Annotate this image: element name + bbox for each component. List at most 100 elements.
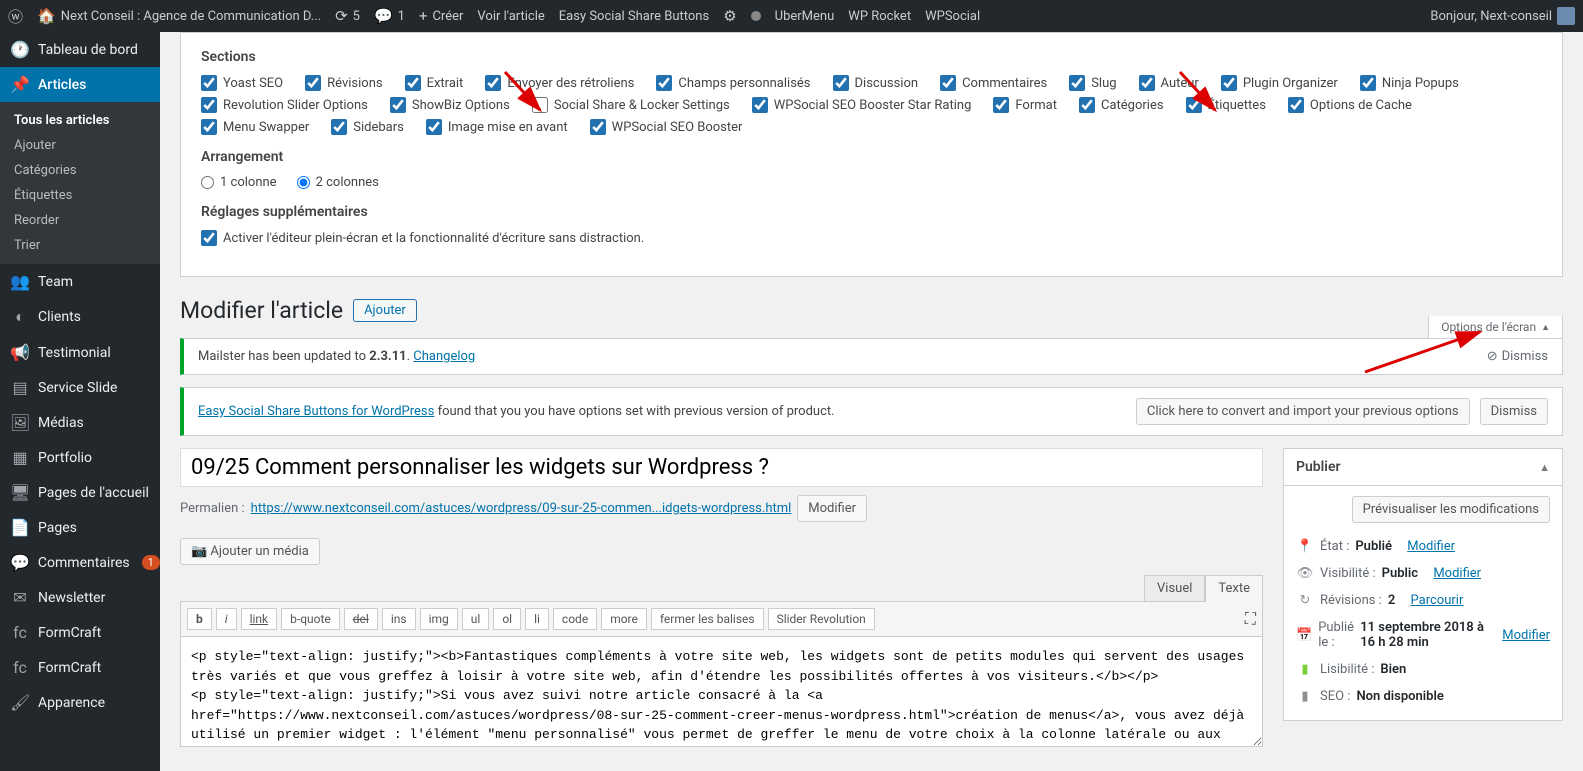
screen-option-checkbox[interactable]: Ninja Popups (1360, 75, 1459, 91)
screen-option-checkbox[interactable]: Discussion (833, 75, 919, 91)
backup-icon: ↻ (1296, 593, 1314, 608)
screen-option-checkbox[interactable]: Sidebars (331, 119, 404, 135)
screen-option-checkbox[interactable]: Image mise en avant (426, 119, 568, 135)
screen-option-checkbox[interactable]: Commentaires (940, 75, 1047, 91)
quicktag-button[interactable]: fermer les balises (651, 608, 764, 630)
layout-2col[interactable]: 2 colonnes (297, 175, 379, 190)
new-content-link[interactable]: +Créer (419, 7, 463, 25)
account-link[interactable]: Bonjour, Next-conseil (1430, 7, 1575, 25)
submenu-sort[interactable]: Trier (0, 233, 160, 258)
menu-home-pages[interactable]: 🖥Pages de l'accueil (0, 475, 160, 510)
screen-option-checkbox[interactable]: Slug (1069, 75, 1116, 91)
screen-options-panel: Sections Yoast SEORévisionsExtraitEnvoye… (180, 32, 1563, 277)
wprocket-link[interactable]: WP Rocket (848, 9, 911, 24)
essb-link[interactable]: Easy Social Share Buttons for WordPress (198, 404, 434, 419)
editor-textarea[interactable]: <p style="text-align: justify;"><b>Fanta… (180, 637, 1263, 747)
post-title-input[interactable] (180, 448, 1263, 487)
permalink-link[interactable]: https://www.nextconseil.com/astuces/word… (251, 501, 792, 516)
quicktag-button[interactable]: ol (493, 608, 521, 630)
menu-comments[interactable]: 💬Commentaires1 (0, 545, 160, 580)
menu-dashboard[interactable]: 🕐Tableau de bord (0, 32, 160, 67)
menu-formcraft-1[interactable]: fcFormCraft (0, 615, 160, 650)
quicktag-button[interactable]: li (525, 608, 549, 630)
essb-link[interactable]: Easy Social Share Buttons (559, 9, 709, 24)
seo-icon: ▮ (1296, 689, 1314, 704)
quicktag-button[interactable]: link (241, 608, 278, 630)
quicktag-button[interactable]: b (187, 608, 212, 630)
menu-posts[interactable]: 📌Articles (0, 67, 160, 102)
add-media-button[interactable]: 📷 Ajouter un média (180, 538, 320, 565)
submenu-tags[interactable]: Étiquettes (0, 183, 160, 208)
quicktag-button[interactable]: i (216, 608, 237, 630)
wp-logo[interactable]: ⓦ (8, 6, 23, 27)
updates-link[interactable]: ⟳5 (335, 7, 360, 25)
submenu-reorder[interactable]: Reorder (0, 208, 160, 233)
quicktag-button[interactable]: Slider Revolution (768, 608, 875, 630)
screen-option-checkbox[interactable]: Revolution Slider Options (201, 97, 368, 113)
site-link[interactable]: 🏠Next Conseil : Agence de Communication … (37, 7, 321, 25)
screen-option-checkbox[interactable]: ShowBiz Options (390, 97, 510, 113)
avatar-icon (1557, 7, 1575, 25)
browse-revisions-link[interactable]: Parcourir (1411, 593, 1464, 608)
submenu-categories[interactable]: Catégories (0, 158, 160, 183)
screen-option-checkbox[interactable]: Menu Swapper (201, 119, 309, 135)
publish-box-header[interactable]: Publier▲ (1284, 449, 1562, 486)
screen-option-checkbox[interactable]: Options de Cache (1288, 97, 1412, 113)
dismiss-notice-button[interactable]: ⊘Dismiss (1487, 349, 1548, 364)
screen-option-checkbox[interactable]: WPSocial SEO Booster Star Rating (752, 97, 972, 113)
menu-media[interactable]: 🖼Médias (0, 405, 160, 440)
screen-option-checkbox[interactable]: Format (993, 97, 1057, 113)
screen-option-checkbox[interactable]: Étiquettes (1186, 97, 1266, 113)
add-new-button[interactable]: Ajouter (353, 299, 417, 322)
menu-appearance[interactable]: 🖌Apparence (0, 685, 160, 720)
edit-visibility-link[interactable]: Modifier (1433, 566, 1481, 581)
quicktag-button[interactable]: del (344, 608, 378, 630)
dismiss-notice-button[interactable]: Dismiss (1480, 398, 1548, 425)
screen-option-checkbox[interactable]: Auteur (1139, 75, 1199, 91)
wpsocial-link[interactable]: WPSocial (925, 9, 980, 24)
layout-1col[interactable]: 1 colonne (201, 175, 277, 190)
screen-option-checkbox[interactable]: Révisions (305, 75, 382, 91)
quicktag-button[interactable]: img (420, 608, 458, 630)
quicktag-button[interactable]: code (553, 608, 597, 630)
submenu-add-post[interactable]: Ajouter (0, 133, 160, 158)
menu-testimonial[interactable]: 📢Testimonial (0, 335, 160, 370)
screen-option-checkbox[interactable]: Catégories (1079, 97, 1164, 113)
menu-clients[interactable]: ◐Clients (0, 299, 160, 335)
screen-option-checkbox[interactable]: WPSocial SEO Booster (590, 119, 743, 135)
fullscreen-editor-checkbox[interactable]: Activer l'éditeur plein-écran et la fonc… (201, 230, 644, 246)
menu-portfolio[interactable]: ▦Portfolio (0, 440, 160, 475)
plugin-icon[interactable]: ⚙ (723, 7, 736, 25)
tab-visual[interactable]: Visuel (1144, 575, 1205, 602)
quicktag-button[interactable]: ul (462, 608, 490, 630)
quicktag-button[interactable]: ins (382, 608, 416, 630)
screen-option-checkbox[interactable]: Extrait (405, 75, 464, 91)
menu-formcraft-2[interactable]: fcFormCraft (0, 650, 160, 685)
screen-option-checkbox[interactable]: Envoyer des rétroliens (485, 75, 634, 91)
screen-option-checkbox[interactable]: Champs personnalisés (656, 75, 810, 91)
quicktag-button[interactable]: b-quote (281, 608, 340, 630)
menu-service-slide[interactable]: ▤Service Slide (0, 370, 160, 405)
view-post-link[interactable]: Voir l'article (477, 9, 544, 24)
submenu-all-posts[interactable]: Tous les articles (0, 108, 160, 133)
ubermenu-link[interactable]: UberMenu (775, 9, 835, 24)
menu-team[interactable]: 👥Team (0, 264, 160, 299)
screen-option-checkbox[interactable]: Yoast SEO (201, 75, 283, 91)
screen-option-checkbox[interactable]: Social Share & Locker Settings (532, 97, 730, 113)
fullscreen-icon[interactable]: ⛶ (1245, 609, 1256, 629)
edit-date-link[interactable]: Modifier (1502, 628, 1550, 643)
edit-status-link[interactable]: Modifier (1407, 539, 1455, 554)
tab-text[interactable]: Texte (1205, 575, 1263, 602)
menu-pages[interactable]: 📄Pages (0, 510, 160, 545)
comments-link[interactable]: 💬1 (374, 7, 405, 25)
menu-newsletter[interactable]: ✉Newsletter (0, 580, 160, 615)
screen-option-checkbox[interactable]: Plugin Organizer (1221, 75, 1338, 91)
eye-icon: 👁 (1296, 566, 1314, 581)
changelog-link[interactable]: Changelog (413, 349, 475, 364)
permalink-row: Permalien : https://www.nextconseil.com/… (180, 495, 1263, 522)
convert-options-button[interactable]: Click here to convert and import your pr… (1136, 398, 1470, 425)
screen-options-tab[interactable]: Options de l'écran▲ (1428, 316, 1563, 339)
edit-permalink-button[interactable]: Modifier (797, 495, 867, 522)
quicktag-button[interactable]: more (601, 608, 647, 630)
preview-button[interactable]: Prévisualiser les modifications (1352, 496, 1550, 523)
